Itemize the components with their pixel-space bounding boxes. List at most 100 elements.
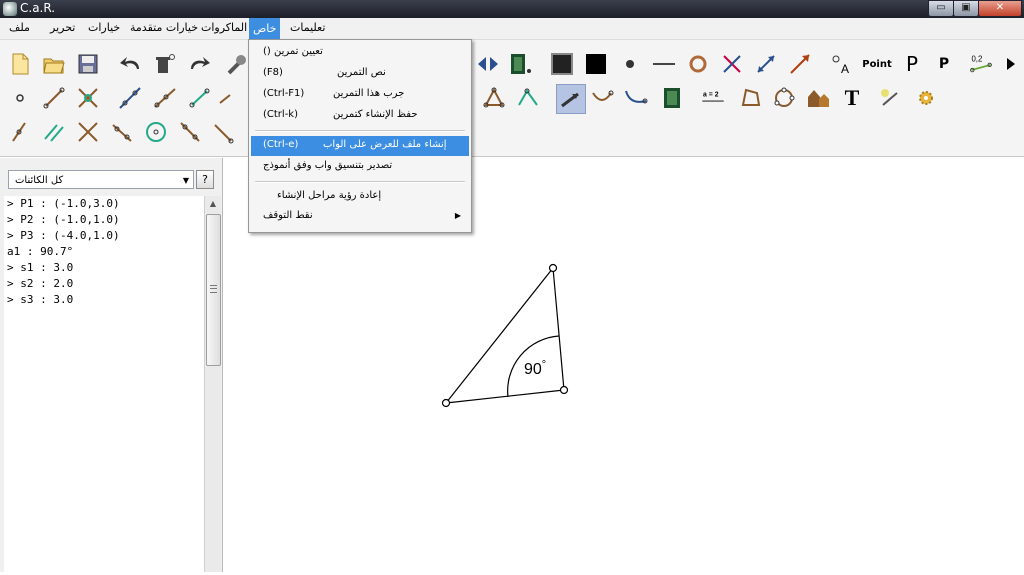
trash-icon <box>156 54 175 73</box>
line-through-points-tool[interactable] <box>116 84 144 112</box>
point-icon <box>16 94 24 102</box>
title-bar: C.a.R. ▭ ▣ ✕ <box>0 0 1024 18</box>
list-item[interactable]: > s1 : 3.0 <box>7 261 73 274</box>
intersection-tool[interactable] <box>74 84 102 112</box>
triangle-points-tool[interactable] <box>480 84 508 112</box>
menu-item-exercise-text[interactable]: (F8) نص التمرين <box>251 64 469 84</box>
open-file-tool[interactable] <box>40 50 68 78</box>
menu-item-replay-construction[interactable]: إعادة رؤية مراحل الإنشاء <box>251 187 469 207</box>
row2-partial-tool[interactable] <box>218 84 232 112</box>
arc-tool[interactable] <box>588 84 616 112</box>
menu-item-try-exercise[interactable]: (Ctrl-F1) جرب هذا التمرين <box>251 85 469 105</box>
undo-tool[interactable] <box>116 50 144 78</box>
circle-style-tool[interactable] <box>684 50 712 78</box>
grip-icon <box>210 285 217 293</box>
reflection-tool[interactable] <box>176 118 204 146</box>
list-item[interactable]: > P1 : (-1.0,3.0) <box>7 197 120 210</box>
coordinates-tool[interactable]: 0,2 <box>964 50 998 78</box>
scroll-up-icon[interactable]: ▲ <box>205 196 221 212</box>
help-button[interactable]: ? <box>196 170 214 189</box>
object-list-scrollbar[interactable]: ▲ <box>204 196 221 572</box>
list-item[interactable]: > P2 : (-1.0,1.0) <box>7 213 120 226</box>
circle-points-tool[interactable] <box>770 84 798 112</box>
maximize-button[interactable]: ▣ <box>953 0 979 17</box>
scroll-thumb[interactable] <box>206 214 221 366</box>
gray-square-icon <box>551 53 573 75</box>
fill-polygon-tool[interactable] <box>804 84 832 112</box>
menu-edit[interactable]: تحرير <box>48 21 77 34</box>
menu-options[interactable]: خيارات <box>86 21 122 34</box>
point-name-tool[interactable]: Point <box>860 50 894 78</box>
menu-special[interactable]: خاص <box>249 18 281 39</box>
angle-points-tool[interactable] <box>514 84 542 112</box>
move-point-tool[interactable] <box>718 50 746 78</box>
menu-item-label: نقط التوقف <box>263 210 313 221</box>
gear-settings-tool[interactable] <box>912 84 940 112</box>
play-back-forward-tool[interactable] <box>474 50 502 78</box>
window-title: C.a.R. <box>20 1 56 15</box>
menu-item-save-as-exercise[interactable]: (Ctrl-k) حفظ الإنشاء كتمرين <box>251 106 469 126</box>
close-icon: ✕ <box>995 2 1005 13</box>
close-button[interactable]: ✕ <box>978 0 1022 17</box>
point-p2[interactable] <box>559 385 569 395</box>
point-label-tool[interactable]: A <box>828 50 856 78</box>
redo-tool[interactable] <box>186 50 214 78</box>
menu-advanced-options[interactable]: خيارات متقدمة <box>128 21 200 34</box>
new-file-tool[interactable] <box>6 50 34 78</box>
midpoint-tool[interactable] <box>74 118 102 146</box>
menu-file[interactable]: ملف <box>7 21 32 34</box>
expression-icon: a = 2 <box>702 91 724 102</box>
segment-tool[interactable] <box>40 84 68 112</box>
move-pointer-icon <box>561 92 579 108</box>
point-p3[interactable] <box>441 398 451 408</box>
bold-p-tool[interactable]: P <box>930 50 958 78</box>
menu-macros[interactable]: الماكروات <box>199 21 249 34</box>
segment-s2[interactable] <box>552 267 565 391</box>
compass-tool[interactable] <box>210 118 238 146</box>
list-item[interactable]: > s3 : 3.0 <box>7 293 73 306</box>
point-p1[interactable] <box>548 263 558 273</box>
list-item[interactable]: a1 : 90.7° <box>7 245 73 258</box>
menu-item-export-web-template[interactable]: تصدير بتنسيق واب وفق أنموذج <box>251 157 469 177</box>
menu-item-create-web-file[interactable]: (Ctrl-e) إنشاء ملف للعرض على الواب <box>251 136 469 156</box>
text-tool[interactable]: T <box>838 84 866 112</box>
wrench-tool[interactable] <box>222 50 250 78</box>
vector-tool[interactable] <box>752 50 780 78</box>
segment-s1[interactable] <box>445 267 554 404</box>
curve-tool[interactable] <box>622 84 650 112</box>
list-item[interactable]: > s2 : 2.0 <box>7 277 73 290</box>
list-item[interactable]: > P3 : (-4.0,1.0) <box>7 229 120 242</box>
object-filter-select[interactable]: كل الكائنات ▼ <box>8 170 194 189</box>
menu-help[interactable]: تعليمات <box>288 21 327 34</box>
big-p-tool[interactable]: P <box>898 50 926 78</box>
polygon-tool[interactable] <box>736 84 764 112</box>
animation-tool[interactable] <box>506 50 534 78</box>
segment-s3[interactable] <box>445 389 565 404</box>
point-label-icon: A <box>832 55 849 76</box>
toolbar-more-tool[interactable] <box>1004 50 1018 78</box>
line-style-tool[interactable] <box>650 50 678 78</box>
circle-tool[interactable] <box>142 118 170 146</box>
perpendicular-tool[interactable] <box>6 118 34 146</box>
animation-film-tool[interactable] <box>658 84 686 112</box>
menu-item-breakpoints[interactable]: نقط التوقف ▶ <box>251 207 469 227</box>
fill-gray-tool[interactable] <box>548 50 576 78</box>
fill-black-tool[interactable] <box>582 50 610 78</box>
svg-text:0,2: 0,2 <box>971 54 982 63</box>
ray-tool[interactable] <box>150 84 178 112</box>
segment-fixed-tool[interactable] <box>186 84 214 112</box>
arrow-tool[interactable] <box>786 50 814 78</box>
move-tool[interactable] <box>556 84 586 114</box>
delete-tool[interactable] <box>150 50 178 78</box>
expression-tool[interactable]: a = 2 <box>696 84 730 112</box>
magic-wand-tool[interactable] <box>876 84 904 112</box>
point-tool[interactable] <box>6 84 34 112</box>
menu-item-shortcut: (Ctrl-e) <box>263 139 299 150</box>
parallel-tool[interactable] <box>40 118 68 146</box>
point-style-tool[interactable] <box>616 50 644 78</box>
minimize-button[interactable]: ▭ <box>928 0 954 17</box>
save-tool[interactable] <box>74 50 102 78</box>
menu-item-assign-exercise[interactable]: () تعيين تمرين <box>251 43 469 63</box>
bisector-tool[interactable] <box>108 118 136 146</box>
reflection-icon <box>180 122 200 142</box>
